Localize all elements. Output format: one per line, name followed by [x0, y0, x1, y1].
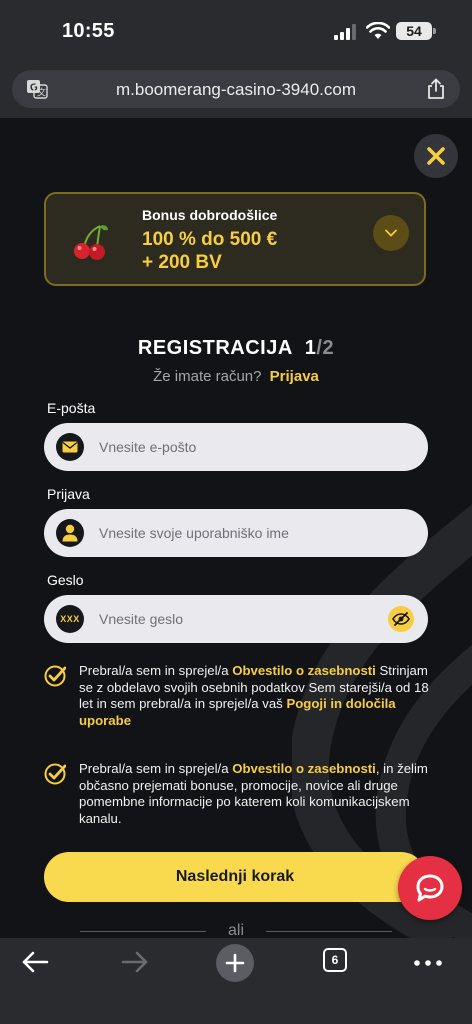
or-divider: ali	[80, 922, 392, 938]
divider-line	[266, 931, 392, 932]
status-time: 10:55	[62, 20, 115, 42]
registration-heading: REGISTRACIJA	[137, 337, 293, 359]
password-label: Geslo	[47, 572, 84, 588]
registration-title: REGISTRACIJA 1/2	[0, 337, 472, 360]
wifi-icon	[366, 22, 390, 39]
registration-page: Bonus dobrodošlice 100 % do 500 € + 200 …	[0, 118, 472, 938]
check-icon[interactable]	[44, 665, 66, 687]
status-bar: 10:55 54	[0, 0, 472, 62]
email-label: E-pošta	[47, 400, 96, 416]
chat-icon	[416, 874, 444, 902]
step-total: 2	[322, 337, 335, 359]
privacy-notice-link[interactable]: Obvestilo o zasebnosti	[232, 761, 376, 776]
user-icon-wrap	[56, 519, 84, 547]
bonus-title: Bonus dobrodošlice	[142, 207, 278, 223]
login-link[interactable]: Prijava	[270, 368, 319, 385]
bonus-expand-button[interactable]	[373, 215, 409, 251]
user-icon	[62, 524, 78, 542]
next-step-button[interactable]: Naslednji korak	[44, 852, 426, 902]
step-current: 1	[304, 337, 317, 359]
browser-toolbar: G 文 m.boomerang-casino-3940.com	[0, 62, 472, 118]
forward-arrow-icon[interactable]	[120, 950, 150, 974]
mail-icon-wrap	[56, 433, 84, 461]
password-field[interactable]: XXX	[44, 595, 428, 643]
address-bar[interactable]: G 文 m.boomerang-casino-3940.com	[12, 70, 460, 108]
consent-marketing[interactable]: Prebral/a sem in sprejel/a Obvestilo o z…	[44, 761, 428, 831]
back-arrow-icon[interactable]	[20, 950, 50, 974]
consent-text-prefix: Prebral/a sem in sprejel/a	[79, 761, 233, 776]
username-label: Prijava	[47, 486, 90, 502]
password-icon: XXX	[60, 614, 80, 624]
url-text: m.boomerang-casino-3940.com	[115, 80, 356, 99]
username-field[interactable]	[44, 509, 428, 557]
mail-icon	[62, 441, 78, 453]
tabs-icon[interactable]: 6	[323, 948, 347, 972]
consent-privacy-terms[interactable]: Prebral/a sem in sprejel/a Obvestilo o z…	[44, 663, 429, 733]
toggle-password-visibility[interactable]	[388, 606, 414, 632]
cherry-icon	[74, 225, 108, 260]
have-account-text: Že imate račun?	[153, 368, 262, 385]
new-tab-button[interactable]	[216, 944, 254, 982]
welcome-bonus-card[interactable]: Bonus dobrodošlice 100 % do 500 € + 200 …	[44, 192, 426, 286]
live-chat-button[interactable]	[398, 856, 462, 920]
browser-bottom-bar: 6	[0, 938, 472, 1024]
email-input[interactable]	[99, 423, 379, 471]
bonus-amount-line2: + 200 BV	[142, 252, 222, 273]
email-field[interactable]	[44, 423, 428, 471]
consent-text-prefix: Prebral/a sem in sprejel/a	[79, 663, 233, 678]
plus-icon	[225, 953, 245, 973]
password-input[interactable]	[99, 595, 379, 643]
more-icon[interactable]	[414, 960, 442, 966]
bonus-amount-line1: 100 % do 500 €	[142, 229, 278, 250]
share-icon[interactable]	[426, 78, 446, 100]
username-input[interactable]	[99, 509, 379, 557]
check-icon[interactable]	[44, 763, 66, 785]
or-text: ali	[227, 922, 244, 938]
consent-text: Prebral/a sem in sprejel/a Obvestilo o z…	[79, 663, 429, 729]
eye-off-icon	[392, 612, 410, 626]
have-account-line: Že imate račun? Prijava	[0, 368, 472, 385]
bonus-amount: 100 % do 500 € + 200 BV	[142, 228, 277, 274]
signal-icon	[334, 24, 356, 40]
close-button[interactable]	[414, 134, 458, 178]
password-icon-wrap: XXX	[56, 605, 84, 633]
battery-indicator: 54	[396, 22, 436, 40]
chevron-down-icon	[385, 229, 397, 237]
privacy-notice-link[interactable]: Obvestilo o zasebnosti	[232, 663, 376, 678]
consent-text: Prebral/a sem in sprejel/a Obvestilo o z…	[79, 761, 429, 827]
close-icon	[427, 147, 445, 165]
